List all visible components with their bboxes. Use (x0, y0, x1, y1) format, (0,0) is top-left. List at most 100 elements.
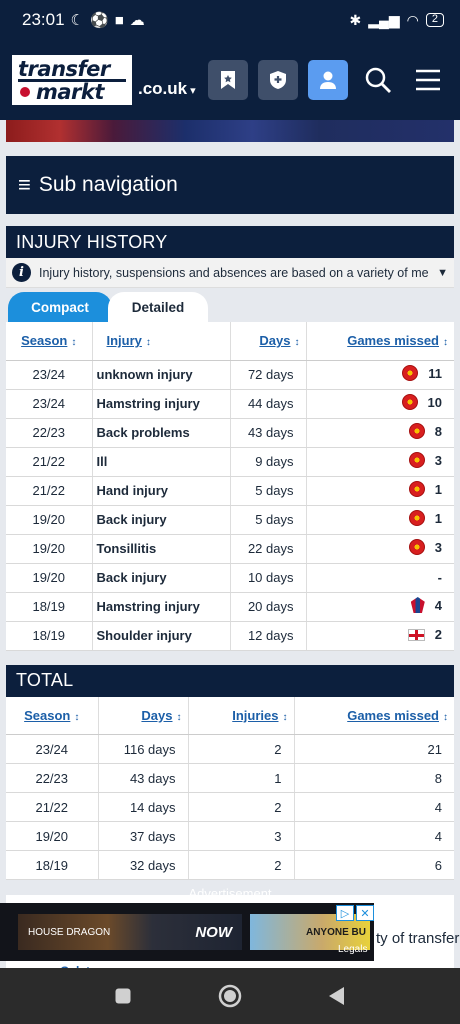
close-icon[interactable]: ✕ (356, 905, 374, 921)
battery-icon: 2 (425, 13, 444, 27)
bookmark-button[interactable] (208, 60, 248, 100)
shield-icon (270, 71, 286, 89)
info-row[interactable]: i Injury history, suspensions and absenc… (6, 258, 454, 288)
total-table: Season ↕ Days ↕ Injuries ↕ Games missed ↕ 23… (6, 696, 454, 880)
app-icon: ⚽ (90, 12, 109, 29)
injuries-cell: 2 (187, 792, 294, 822)
table-row: 23/24 116 days 2 21 (6, 734, 454, 764)
tab-detailed[interactable]: Detailed (108, 292, 208, 322)
recents-icon (115, 988, 131, 1004)
search-button[interactable] (358, 60, 398, 100)
sort-icon: ↕ (145, 337, 151, 349)
table-row: 22/23 Back problems 43 days 8 (6, 418, 454, 448)
peek-text: ty of transfer (376, 930, 460, 947)
injuries-cell: 1 (187, 763, 294, 793)
club-crest-icon[interactable] (410, 597, 425, 613)
games-missed-cell: 3 (305, 534, 454, 564)
days-cell: 44 days (229, 389, 306, 419)
club-crest-icon[interactable] (408, 481, 425, 497)
bookmark-icon (221, 71, 235, 89)
club-crest-icon[interactable] (401, 394, 418, 410)
ad-info-icon[interactable]: ▷ (336, 905, 354, 921)
transfermarkt-logo[interactable]: transfer markt (12, 55, 132, 105)
table-row: 19/20 Back injury 10 days - (6, 563, 454, 593)
games-missed-cell: - (305, 563, 454, 593)
games-missed-value: - (437, 570, 442, 585)
season-cell: 21/22 (6, 792, 98, 822)
games-missed-cell: 10 (305, 389, 454, 419)
moon-icon: ☾ (70, 12, 84, 29)
cloud-icon: ☁ (129, 12, 145, 29)
user-icon (320, 71, 336, 89)
injury-history-title: INJURY HISTORY (6, 226, 454, 258)
games-missed-cell: 11 (305, 360, 454, 390)
column-header-season[interactable]: Season ↕ (6, 696, 98, 735)
column-header-injury-label: Injury (106, 333, 142, 349)
days-cell: 43 days (229, 418, 306, 448)
club-crest-icon[interactable] (408, 452, 425, 468)
club-crest-icon[interactable] (407, 628, 425, 641)
games-missed-value: 1 (434, 510, 442, 526)
user-button[interactable] (308, 60, 348, 100)
season-cell: 18/19 (6, 621, 92, 651)
games-missed-cell: 1 (305, 505, 454, 535)
season-cell: 21/22 (6, 447, 92, 477)
club-crest-icon[interactable] (408, 423, 425, 439)
club-crest-icon[interactable] (408, 539, 425, 555)
tab-compact[interactable]: Compact (8, 292, 112, 322)
column-header-season[interactable]: Season ↕ (6, 322, 92, 361)
logo-line1: transfer (18, 58, 126, 82)
season-cell: 19/20 (6, 821, 98, 851)
expand-triangle-icon[interactable]: ▼ (437, 267, 448, 279)
column-header-days[interactable]: Days ↕ (97, 696, 188, 735)
injury-cell: Back injury (91, 563, 230, 593)
games-missed-value: 10 (427, 394, 442, 410)
injuries-cell: 2 (187, 734, 294, 764)
search-icon (365, 67, 391, 93)
back-button[interactable] (319, 978, 355, 1014)
games-missed-value: 4 (434, 597, 442, 613)
games-missed-cell: 8 (293, 763, 454, 793)
system-navigation-bar (0, 968, 460, 1024)
view-tabs: Compact Detailed (6, 288, 454, 322)
club-crest-icon[interactable] (408, 510, 425, 526)
season-cell: 19/20 (6, 563, 92, 593)
column-header-games-missed[interactable]: Games missed ↕ (293, 696, 454, 735)
column-header-days[interactable]: Days ↕ (229, 322, 306, 361)
shield-button[interactable] (258, 60, 298, 100)
signal-icon: ▂▄▆ (368, 11, 400, 28)
table-row: 23/24 unknown injury 72 days 11 (6, 360, 454, 390)
sort-icon: ↕ (74, 711, 80, 723)
sub-navigation[interactable]: ≡ Sub navigation (6, 156, 454, 214)
days-cell: 116 days (97, 734, 188, 764)
logo-line2: markt (36, 79, 104, 104)
column-header-injuries[interactable]: Injuries ↕ (187, 696, 294, 735)
sub-navigation-label: Sub navigation (38, 173, 178, 196)
games-missed-value: 3 (434, 452, 442, 468)
games-missed-cell: 4 (293, 821, 454, 851)
column-header-games-missed-label: Games missed (347, 707, 439, 723)
games-missed-value: 3 (434, 539, 442, 555)
ad-banner[interactable]: HOUSE DRAGON NOW ANYONE BU (0, 903, 374, 961)
games-missed-value: 2 (434, 627, 442, 643)
club-crest-icon[interactable] (402, 365, 419, 381)
ad-legals-link[interactable]: Legals (338, 944, 367, 955)
injury-cell: Hamstring injury (91, 592, 230, 622)
table-row: 18/19 Shoulder injury 12 days 2 (6, 621, 454, 651)
recents-button[interactable] (105, 978, 141, 1014)
season-cell: 23/24 (6, 360, 92, 390)
days-cell: 22 days (229, 534, 306, 564)
back-icon (328, 987, 344, 1005)
column-header-games-missed[interactable]: Games missed ↕ (305, 322, 454, 361)
column-header-injury[interactable]: Injury ↕ (91, 322, 230, 361)
column-header-days-label: Days (141, 707, 173, 723)
days-cell: 32 days (97, 850, 188, 880)
table-row: 18/19 32 days 2 6 (6, 850, 454, 880)
domain-selector[interactable]: .co.uk ▾ (138, 79, 196, 99)
menu-button[interactable] (408, 60, 448, 100)
domain-label: .co.uk (138, 79, 188, 98)
games-missed-cell: 2 (305, 621, 454, 651)
info-text: Injury history, suspensions and absences… (39, 265, 430, 280)
wifi-icon: ◠ (406, 11, 419, 28)
home-button[interactable] (212, 978, 248, 1014)
